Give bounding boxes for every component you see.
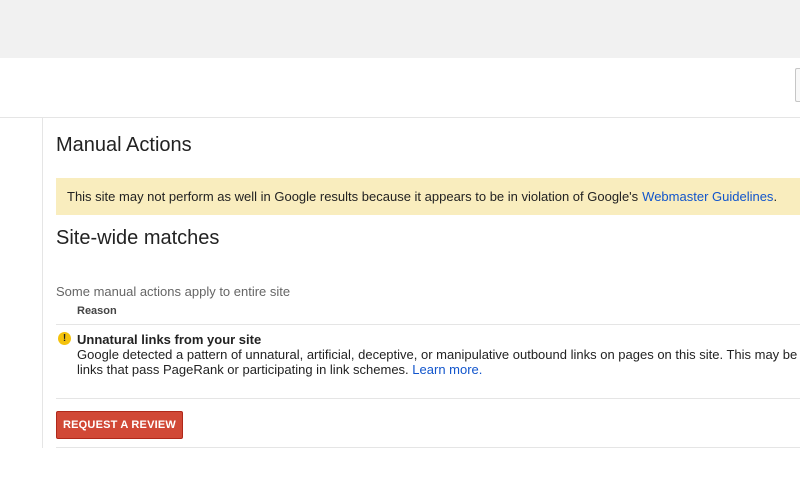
learn-more-link[interactable]: Learn more.: [412, 362, 482, 377]
header-button-edge[interactable]: [795, 68, 800, 102]
section-title: Site-wide matches: [56, 227, 219, 250]
page-title: Manual Actions: [56, 134, 192, 157]
warning-icon: !: [58, 332, 71, 345]
sidebar-divider: [42, 118, 43, 448]
warning-text: This site may not perform as well in Goo…: [67, 189, 638, 204]
warning-banner: This site may not perform as well in Goo…: [56, 178, 800, 215]
issue-description-line-1: Google detected a pattern of unnatural, …: [77, 347, 800, 362]
section-divider: [56, 447, 800, 448]
request-review-button[interactable]: REQUEST A REVIEW: [56, 411, 183, 439]
reason-column-header: Reason: [77, 305, 117, 317]
section-description: Some manual actions apply to entire site: [56, 284, 290, 299]
issue-title: Unnatural links from your site: [77, 332, 261, 347]
row-divider: [56, 324, 800, 325]
webmaster-guidelines-link[interactable]: Webmaster Guidelines: [642, 189, 773, 204]
header-bar: [0, 58, 800, 118]
issue-description: Google detected a pattern of unnatural, …: [77, 347, 800, 377]
row-divider: [56, 398, 800, 399]
issue-description-line-2: links that pass PageRank or participatin…: [77, 362, 800, 377]
top-bar: [0, 0, 800, 58]
warning-suffix: .: [773, 189, 777, 204]
